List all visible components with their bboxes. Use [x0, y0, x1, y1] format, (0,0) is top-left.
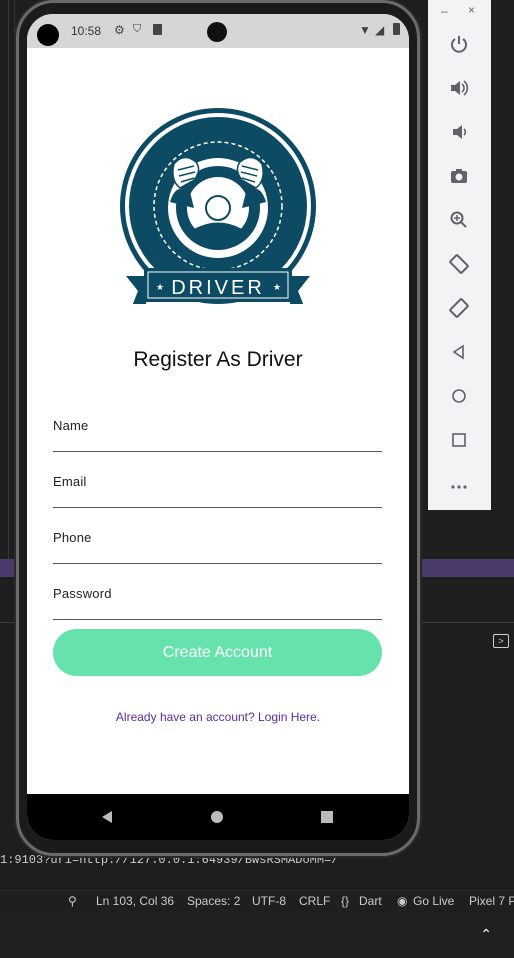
phone-status-bar: 10:58 ⚙ ⛉ ▼ ◢	[27, 14, 409, 48]
create-account-button[interactable]: Create Account	[53, 629, 382, 676]
password-field[interactable]: Password	[53, 578, 382, 620]
email-input[interactable]	[53, 486, 382, 506]
volume-down-icon[interactable]	[446, 119, 472, 145]
back-icon[interactable]	[446, 339, 472, 365]
password-input[interactable]	[53, 598, 382, 618]
rotate-right-icon[interactable]	[446, 295, 472, 321]
rotate-left-icon[interactable]	[446, 251, 472, 277]
camera-cutout	[37, 24, 59, 46]
branch-icon[interactable]: ⚲	[68, 894, 77, 908]
overview-icon[interactable]	[446, 427, 472, 453]
battery-icon	[393, 23, 400, 35]
svg-text:★: ★	[273, 283, 281, 293]
phone-screen: 10:58 ⚙ ⛉ ▼ ◢ ★ ★ DRIVER Register As Dri…	[27, 14, 409, 840]
logo-text: DRIVER	[171, 277, 265, 299]
name-field[interactable]: Name	[53, 410, 382, 452]
wifi-icon: ▼	[359, 23, 371, 37]
indent-setting[interactable]: Spaces: 2	[187, 894, 240, 908]
go-live-button[interactable]: Go Live	[413, 894, 454, 908]
minimize-button[interactable]: –	[441, 4, 448, 18]
chevron-up-icon[interactable]: ⌃	[480, 926, 492, 943]
login-link[interactable]: Already have an account? Login Here.	[27, 710, 409, 724]
nav-back-icon[interactable]	[99, 809, 115, 825]
terminal-icon[interactable]: >	[493, 634, 509, 648]
braces-icon: {}	[341, 894, 350, 908]
shield-icon: ⛉	[133, 23, 142, 35]
home-icon[interactable]	[446, 383, 472, 409]
phone-field[interactable]: Phone	[53, 522, 382, 564]
svg-text:★: ★	[156, 283, 164, 293]
more-icon[interactable]	[446, 471, 472, 497]
power-icon[interactable]	[446, 31, 472, 57]
encoding-setting[interactable]: UTF-8	[252, 894, 286, 908]
email-field[interactable]: Email	[53, 466, 382, 508]
close-button[interactable]: ×	[468, 3, 475, 17]
front-camera	[207, 22, 227, 42]
page-title: Register As Driver	[133, 348, 303, 371]
signal-icon: ◢	[375, 23, 385, 37]
cursor-position[interactable]: Ln 103, Col 36	[96, 894, 174, 908]
status-time: 10:58	[71, 24, 102, 38]
taskbar	[0, 912, 514, 958]
phone-input[interactable]	[53, 542, 382, 562]
eol-setting[interactable]: CRLF	[299, 894, 330, 908]
editor-guide-line	[14, 0, 15, 560]
editor-status-bar: ⚲ Ln 103, Col 36 Spaces: 2 UTF-8 CRLF {}…	[0, 890, 514, 912]
nav-home-icon[interactable]	[210, 810, 224, 824]
volume-up-icon[interactable]	[446, 75, 472, 101]
zoom-icon[interactable]	[446, 207, 472, 233]
device-selector[interactable]: Pixel 7 P	[469, 894, 514, 908]
emulator-toolbar: – ×	[428, 0, 491, 510]
name-input[interactable]	[53, 430, 382, 450]
broadcast-icon: ◉	[397, 894, 408, 908]
editor-guide-line	[8, 0, 9, 560]
nav-overview-icon[interactable]	[320, 810, 334, 824]
camera-icon[interactable]	[446, 163, 472, 189]
emulator-window-controls: – ×	[428, 3, 491, 20]
phone-nav-bar	[27, 794, 409, 840]
driver-logo: ★ ★ DRIVER	[120, 108, 316, 304]
sim-icon	[153, 24, 162, 35]
language-mode[interactable]: Dart	[359, 894, 382, 908]
settings-icon: ⚙	[114, 23, 125, 37]
